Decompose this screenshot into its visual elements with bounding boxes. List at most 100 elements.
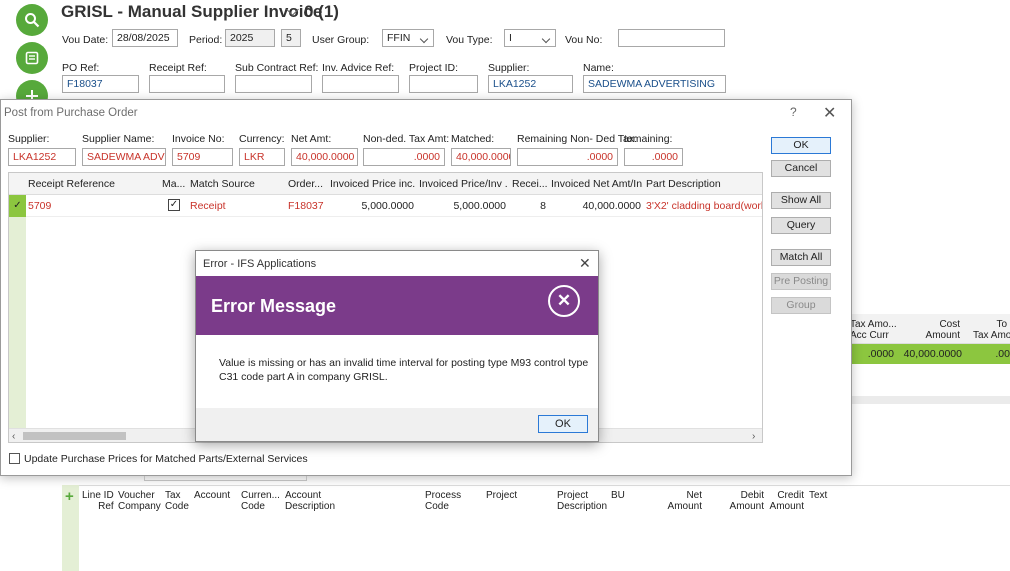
update-prices-checkbox[interactable] — [9, 453, 20, 464]
supplier-input[interactable]: LKA1252 — [488, 75, 573, 93]
col-invoiced-price-inv[interactable]: Invoiced Price/Inv ... — [419, 178, 507, 190]
group-button[interactable]: Group — [771, 297, 831, 314]
inv-advice-ref-label: Inv. Advice Ref: — [322, 62, 395, 74]
col-matched[interactable]: Ma... — [162, 178, 188, 190]
inv-advice-ref-input[interactable] — [322, 75, 399, 93]
ok-button[interactable]: OK — [771, 137, 831, 154]
po-ref-input[interactable]: F18037 — [62, 75, 139, 93]
grid-col-net-amount: Net Amount — [667, 490, 702, 512]
error-x-circle-icon: ✕ — [548, 285, 580, 317]
error-banner: Error Message ✕ — [196, 276, 598, 335]
col-invoiced-net-amt[interactable]: Invoiced Net Amt/In... — [551, 178, 643, 190]
scroll-right-icon[interactable]: › — [752, 431, 755, 442]
dlg-remaining-nonded-label: Remaining Non- Ded Tax: — [517, 133, 638, 145]
background-field-fragment — [144, 476, 307, 481]
row-marker-column — [9, 195, 26, 428]
help-button[interactable]: ? — [790, 105, 797, 119]
dlg-invoice-no-input[interactable]: 5709 — [172, 148, 233, 166]
query-button[interactable]: Query — [771, 217, 831, 234]
matched-checkbox[interactable]: ✓ — [168, 199, 180, 211]
update-prices-label: Update Purchase Prices for Matched Parts… — [24, 453, 308, 465]
period-label: Period: — [189, 34, 223, 46]
table-row[interactable]: ✓ 5709 ✓ Receipt F18037 5,000.0000 5,000… — [9, 195, 762, 217]
cell-match-source: Receipt — [190, 200, 226, 212]
total-tax-header-line1: To — [996, 319, 1007, 330]
receipt-ref-input[interactable] — [149, 75, 225, 93]
dialog-title: Post from Purchase Order — [4, 107, 138, 119]
scroll-thumb[interactable] — [23, 432, 126, 440]
save-circle-button[interactable] — [16, 42, 48, 74]
dlg-supplier-label: Supplier: — [8, 133, 50, 145]
vou-type-label: Vou Type: — [446, 34, 493, 46]
error-message: Value is missing or has an invalid time … — [219, 357, 589, 383]
col-invoiced-price-inc[interactable]: Invoiced Price inc... — [330, 178, 416, 190]
cell-price-inv: 5,000.0000 — [453, 200, 506, 212]
name-label: Name: — [583, 62, 614, 74]
col-received[interactable]: Recei... — [512, 178, 548, 190]
background-cost-value: 40,000.0000 — [903, 348, 962, 360]
user-group-select[interactable]: FFIN — [382, 29, 434, 47]
tax-amount-header-line1: Tax Amo... — [850, 319, 897, 330]
background-tax-value: .0000 — [867, 348, 894, 360]
background-scrollbar[interactable] — [852, 396, 1010, 404]
dlg-supplier-input[interactable]: LKA1252 — [8, 148, 76, 166]
error-ok-button[interactable]: OK — [538, 415, 588, 433]
show-all-button[interactable]: Show All — [771, 192, 831, 209]
error-close-icon[interactable]: ✕ — [579, 255, 591, 272]
user-group-label: User Group: — [312, 34, 370, 46]
name-input[interactable]: SADEWMA ADVERTISING — [583, 75, 726, 93]
dlg-matched-input[interactable]: 40,000.0000 — [451, 148, 511, 166]
cost-amount-header-line2: Amount — [925, 330, 960, 341]
grid-col-currency-code: Curren... Code — [241, 490, 280, 512]
col-receipt-reference[interactable]: Receipt Reference — [28, 178, 153, 190]
dlg-currency-input[interactable]: LKR — [239, 148, 285, 166]
vou-type-select[interactable]: I — [504, 29, 556, 47]
grid-col-account-description: Account Description — [285, 490, 336, 512]
dlg-net-amt-input[interactable]: 40,000.0000 — [291, 148, 358, 166]
supplier-label: Supplier: — [488, 62, 530, 74]
grid-col-project-description: Project Description — [557, 490, 608, 512]
close-icon[interactable]: ✕ — [823, 103, 836, 123]
grid-col-text: Text — [809, 490, 828, 501]
period-year-input[interactable]: 2025 — [225, 29, 275, 47]
col-order[interactable]: Order... — [288, 178, 328, 190]
grid-col-tax-code: Tax Code — [165, 490, 189, 512]
grid-col-credit-amount: Credit Amount — [769, 490, 804, 512]
grid-col-process-code: Process Code — [425, 490, 462, 512]
grid-col-voucher-company: Voucher Company — [118, 490, 161, 512]
dlg-currency-label: Currency: — [239, 133, 285, 145]
title-text: GRISL - Manual Supplier Invoice — [61, 2, 323, 21]
dlg-remaining-input[interactable]: .0000 — [624, 148, 683, 166]
add-line-plus-icon[interactable]: + — [65, 489, 74, 504]
grid-col-bu: BU — [611, 490, 625, 501]
cancel-button[interactable]: Cancel — [771, 160, 831, 177]
dlg-invoice-no-label: Invoice No: — [172, 133, 225, 145]
po-ref-label: PO Ref: — [62, 62, 100, 74]
scroll-left-icon[interactable]: ‹ — [12, 431, 15, 442]
vou-date-input[interactable]: 28/08/2025 — [112, 29, 178, 47]
tax-amount-acc-header: Tax Amo... Acc Curr — [850, 319, 897, 341]
project-id-label: Project ID: — [409, 62, 459, 74]
project-id-input[interactable] — [409, 75, 478, 93]
search-circle-button[interactable] — [16, 4, 48, 36]
dlg-nonded-tax-input[interactable]: .0000 — [363, 148, 445, 166]
col-part-description[interactable]: Part Description — [646, 178, 756, 190]
dlg-supplier-name-label: Supplier Name: — [82, 133, 155, 145]
dlg-nonded-tax-label: Non-ded. Tax Amt: — [363, 133, 450, 145]
pre-posting-button[interactable]: Pre Posting — [771, 273, 831, 290]
cell-price-inc: 5,000.0000 — [361, 200, 414, 212]
vou-no-label: Vou No: — [565, 34, 603, 46]
match-all-button[interactable]: Match All — [771, 249, 831, 266]
vou-no-input[interactable] — [618, 29, 725, 47]
dlg-supplier-name-input[interactable]: SADEWMA ADVERT — [82, 148, 166, 166]
grid-col-line-id: Line ID Ref — [82, 490, 114, 512]
record-count: 0 (1) — [304, 2, 339, 21]
cell-received: 8 — [540, 200, 546, 212]
period-number-input[interactable]: 5 — [281, 29, 301, 47]
cell-order: F18037 — [288, 200, 324, 212]
col-match-source[interactable]: Match Source — [190, 178, 280, 190]
dlg-remaining-nonded-input[interactable]: .0000 — [517, 148, 618, 166]
sub-contract-ref-input[interactable] — [235, 75, 312, 93]
sub-contract-ref-label: Sub Contract Ref: — [235, 62, 319, 74]
search-icon — [25, 13, 40, 28]
